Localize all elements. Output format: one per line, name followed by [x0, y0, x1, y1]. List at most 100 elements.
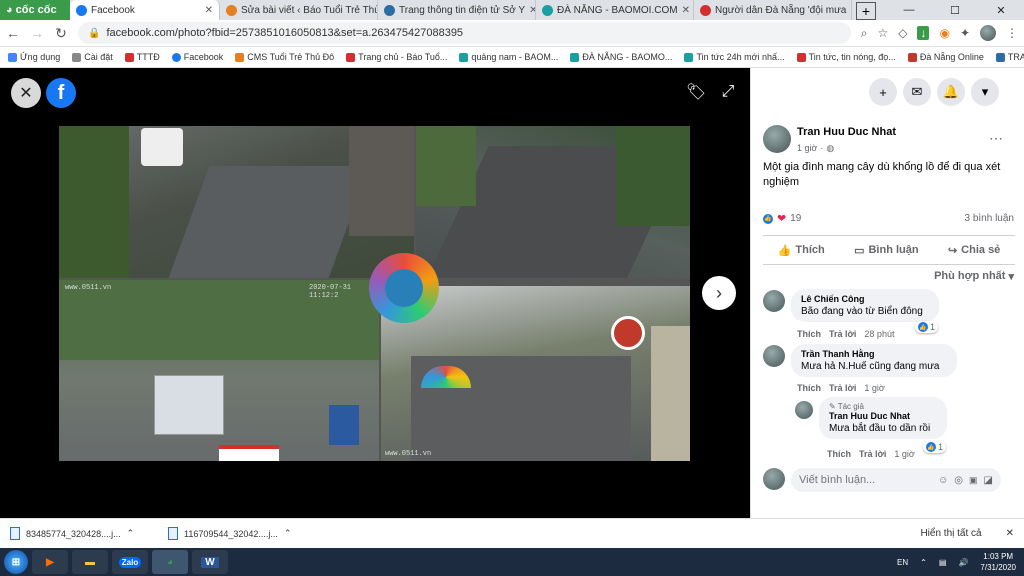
tab-baomoi[interactable]: ĐÀ NẴNG - BAOMOI.COM ✕	[536, 0, 694, 20]
create-icon[interactable]: +	[869, 78, 897, 106]
camera-view-3: www.0511.vn 2020-07-31 11:12:2	[59, 280, 379, 461]
fullscreen-icon[interactable]: ⤢	[716, 80, 740, 104]
comment-reply-link[interactable]: Trả lời	[829, 329, 856, 339]
bookmark-item[interactable]: quảng nam - BAOM...	[459, 52, 558, 62]
emoji-icon[interactable]: ☺	[938, 475, 948, 486]
my-avatar[interactable]	[763, 468, 785, 490]
extension-icon[interactable]: ◉	[939, 26, 949, 40]
reload-icon[interactable]: ↻	[54, 25, 68, 42]
gif-icon[interactable]: ▣	[969, 475, 978, 486]
close-icon[interactable]: ✕	[1006, 528, 1014, 539]
camera-icon[interactable]: ◎	[954, 475, 963, 486]
tab-nguoi-dan-da-nang[interactable]: Người dân Đà Nẵng 'đội mưa✕	[694, 0, 852, 20]
next-photo-button[interactable]: ›	[702, 276, 736, 310]
menu-icon[interactable]: ⋮	[1006, 26, 1018, 40]
author-avatar[interactable]	[763, 125, 791, 153]
bookmark-item[interactable]: Cài đặt	[72, 52, 113, 62]
comment-like-link[interactable]: Thích	[827, 449, 851, 459]
comment-input[interactable]	[799, 474, 933, 486]
close-tab-icon[interactable]: ✕	[205, 5, 213, 16]
tag-icon[interactable]: 🏷	[684, 80, 708, 104]
share-button[interactable]: ↪ Chia sẻ	[948, 244, 1000, 257]
comment-count[interactable]: 3 bình luận	[965, 213, 1015, 224]
close-tab-icon[interactable]: ✕	[682, 5, 690, 16]
profile-avatar[interactable]	[980, 25, 996, 41]
bookmark-item[interactable]: ĐÀ NẴNG - BAOMO...	[570, 52, 672, 62]
bookmark-item[interactable]: TRANG TIN VỀ DỊCH...	[995, 52, 1024, 62]
language-indicator[interactable]: EN	[897, 558, 908, 567]
network-icon[interactable]: ▤	[939, 558, 947, 567]
comment-reply-link[interactable]: Trả lời	[859, 449, 886, 459]
notifications-icon[interactable]: 🔔	[937, 78, 965, 106]
comment-reactions[interactable]: 👍 1	[915, 321, 939, 333]
start-button[interactable]: ⊞	[4, 550, 28, 574]
commenter-avatar[interactable]	[763, 290, 785, 312]
clock[interactable]: 1:03 PM 7/31/2020	[980, 551, 1016, 573]
url-bar[interactable]: 🔒 facebook.com/photo?fbid=25738510160508…	[78, 22, 851, 44]
download-item[interactable]: 83485774_320428....j... ⌃	[10, 527, 160, 540]
chevron-up-icon[interactable]: ⌃	[284, 528, 292, 539]
more-options-icon[interactable]: ⋯	[989, 130, 1003, 147]
volume-icon[interactable]: 🔊	[958, 558, 968, 567]
close-icon[interactable]: ✕	[11, 78, 41, 108]
like-icon: 👍	[918, 322, 928, 332]
commenter-avatar[interactable]	[763, 345, 785, 367]
comment-time[interactable]: 1 giờ	[894, 449, 914, 459]
maximize-icon[interactable]: ☐	[932, 0, 978, 20]
close-window-icon[interactable]: ✕	[978, 0, 1024, 20]
star-icon[interactable]: ☆	[877, 26, 888, 40]
comment-reply-link[interactable]: Trả lời	[829, 383, 856, 393]
comment-reactions[interactable]: 👍 1	[923, 441, 947, 453]
download-item[interactable]: 116709544_32042....j... ⌃	[168, 527, 318, 540]
close-tab-icon[interactable]: ✕	[850, 5, 851, 16]
sticker-icon[interactable]: ◪	[984, 475, 993, 486]
download-icon[interactable]: ↓	[917, 26, 930, 40]
tab-facebook[interactable]: Facebook ✕	[70, 0, 220, 20]
forward-icon[interactable]: →	[30, 25, 44, 41]
back-icon[interactable]: ←	[6, 25, 20, 41]
bookmark-item[interactable]: Trang chủ - Báo Tuổ...	[346, 52, 447, 62]
commenter-name[interactable]: Trần Thanh Hằng	[801, 349, 947, 359]
reply-avatar[interactable]	[795, 401, 813, 419]
new-tab-button[interactable]: +	[856, 2, 876, 20]
tab-so-y-te[interactable]: Trang thông tin điện tử Sở Y✕	[378, 0, 536, 20]
bookmark-item[interactable]: Tin tức, tin nóng, đọ...	[796, 52, 896, 62]
tab-sua-bai-viet[interactable]: Sửa bài viết ‹ Báo Tuổi Trẻ Thủ✕	[220, 0, 378, 20]
word-icon[interactable]: W	[192, 550, 228, 574]
commenter-name[interactable]: Lê Chiến Công	[801, 294, 929, 304]
minimize-icon[interactable]: —	[886, 0, 932, 20]
comment-like-link[interactable]: Thích	[797, 383, 821, 393]
react-count: 1	[930, 322, 936, 332]
coccoc-logo[interactable]: ◕ cốc cốc	[0, 0, 70, 20]
coccoc-taskbar-icon[interactable]: ◕	[152, 550, 188, 574]
close-tab-icon[interactable]: ✕	[529, 5, 535, 16]
bookmark-item[interactable]: Tin tức 24h mới nhấ...	[684, 52, 785, 62]
account-menu-icon[interactable]: ▾	[971, 78, 999, 106]
comment-button[interactable]: ▭ Bình luận	[854, 244, 919, 257]
messenger-icon[interactable]: ✉	[903, 78, 931, 106]
puzzle-icon[interactable]: ✦	[960, 26, 970, 40]
chevron-up-icon[interactable]: ⌃	[127, 528, 135, 539]
commenter-name[interactable]: Tran Huu Duc Nhat	[829, 411, 937, 421]
author-name[interactable]: Tran Huu Duc Nhat	[797, 126, 896, 138]
bookmark-item[interactable]: CMS Tuổi Trẻ Thủ Đô	[235, 52, 334, 62]
comment-like-link[interactable]: Thích	[797, 329, 821, 339]
reaction-summary[interactable]: 👍 ❤ 19	[763, 212, 801, 225]
like-button[interactable]: 👍 Thích	[778, 244, 825, 257]
facebook-logo-icon[interactable]: f	[46, 78, 76, 108]
bookmark-item[interactable]: Ứng dụng	[8, 52, 60, 62]
tray-arrow-icon[interactable]: ⌃	[920, 558, 927, 567]
bookmark-item[interactable]: Facebook	[171, 52, 223, 62]
bookmark-item[interactable]: Đà Nẵng Online	[907, 52, 984, 62]
comment-time[interactable]: 28 phút	[864, 329, 894, 339]
comment-input-box[interactable]: ☺ ◎ ▣ ◪	[791, 468, 1001, 492]
bookmark-item[interactable]: TTTĐ	[124, 52, 160, 62]
media-player-icon[interactable]: ▶	[32, 550, 68, 574]
comment-sort-dropdown[interactable]: Phù hợp nhất ▾	[934, 270, 1014, 283]
file-explorer-icon[interactable]: ▬	[72, 550, 108, 574]
comment-time[interactable]: 1 giờ	[864, 383, 884, 393]
zalo-icon[interactable]: Zalo	[112, 550, 148, 574]
search-icon[interactable]: ⌕	[861, 26, 868, 41]
show-all-link[interactable]: Hiển thị tất cả	[920, 528, 981, 539]
shield-icon[interactable]: ◇	[898, 26, 907, 40]
